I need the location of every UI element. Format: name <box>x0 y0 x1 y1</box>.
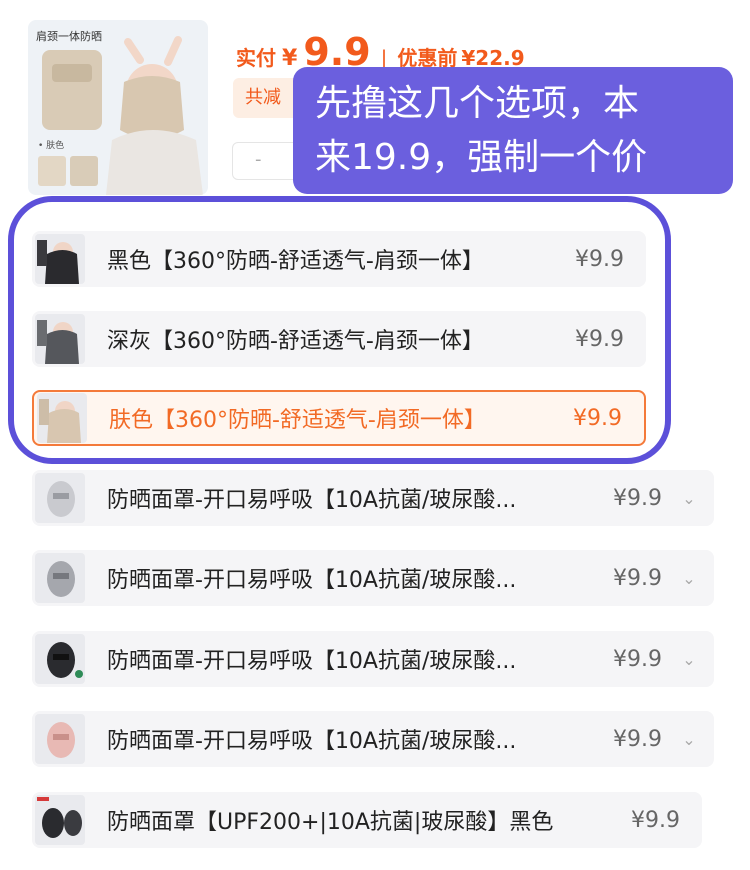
black-face-mask-thumbnail <box>35 795 85 845</box>
option-price: ¥9.9 <box>613 485 662 511</box>
face-mask-thumbnail <box>35 553 85 603</box>
option-price: ¥9.9 <box>631 807 680 833</box>
callout-line-1: 先撸这几个选项，本 <box>315 83 640 124</box>
option-label: 防晒面罩【UPF200+|10A抗菌|玻尿酸】黑色 <box>107 810 554 835</box>
thumbnail-color-tag: • 肤色 <box>38 141 65 151</box>
option-label: 防晒面罩-开口易呼吸【10A抗菌/玻尿酸... <box>107 649 517 674</box>
option-row-face-mask-2[interactable]: 防晒面罩-开口易呼吸【10A抗菌/玻尿酸... ¥9.9 ⌄ <box>32 550 714 606</box>
pink-face-mask-thumbnail <box>35 714 85 764</box>
face-mask-thumbnail <box>35 473 85 523</box>
option-price: ¥9.9 <box>613 726 662 752</box>
chevron-down-icon[interactable]: ⌄ <box>676 569 702 588</box>
product-image <box>38 36 203 195</box>
price-line: 实付 ¥ 9.9 | 优惠前 ¥22.9 <box>236 30 525 74</box>
product-thumbnail[interactable]: 肩颈一体防晒 • 肤色 <box>28 20 208 195</box>
option-label: 防晒面罩-开口易呼吸【10A抗菌/玻尿酸... <box>107 488 517 513</box>
option-row-face-mask-4[interactable]: 防晒面罩-开口易呼吸【10A抗菌/玻尿酸... ¥9.9 ⌄ <box>32 711 714 767</box>
option-label: 防晒面罩-开口易呼吸【10A抗菌/玻尿酸... <box>107 729 517 754</box>
pay-label: 实付 <box>236 46 276 70</box>
annotation-callout: 先撸这几个选项，本 来19.9，强制一个价 <box>293 67 733 194</box>
quantity-minus-button[interactable]: - <box>255 149 262 170</box>
black-face-mask-thumbnail <box>35 634 85 684</box>
option-price: ¥9.9 <box>613 565 662 591</box>
option-row-face-mask-1[interactable]: 防晒面罩-开口易呼吸【10A抗菌/玻尿酸... ¥9.9 ⌄ <box>32 470 714 526</box>
callout-line-2: 来19.9，强制一个价 <box>315 137 648 178</box>
chevron-down-icon[interactable]: ⌄ <box>676 489 702 508</box>
chevron-down-icon[interactable]: ⌄ <box>676 650 702 669</box>
option-price: ¥9.9 <box>613 646 662 672</box>
option-label: 防晒面罩-开口易呼吸【10A抗菌/玻尿酸... <box>107 568 517 593</box>
chevron-down-icon[interactable]: ⌄ <box>676 730 702 749</box>
option-row-face-mask-upf200[interactable]: 防晒面罩【UPF200+|10A抗菌|玻尿酸】黑色 ¥9.9 <box>32 792 702 848</box>
option-row-face-mask-3[interactable]: 防晒面罩-开口易呼吸【10A抗菌/玻尿酸... ¥9.9 ⌄ <box>32 631 714 687</box>
annotation-circle <box>8 196 671 464</box>
pay-currency: ¥ <box>282 46 298 71</box>
